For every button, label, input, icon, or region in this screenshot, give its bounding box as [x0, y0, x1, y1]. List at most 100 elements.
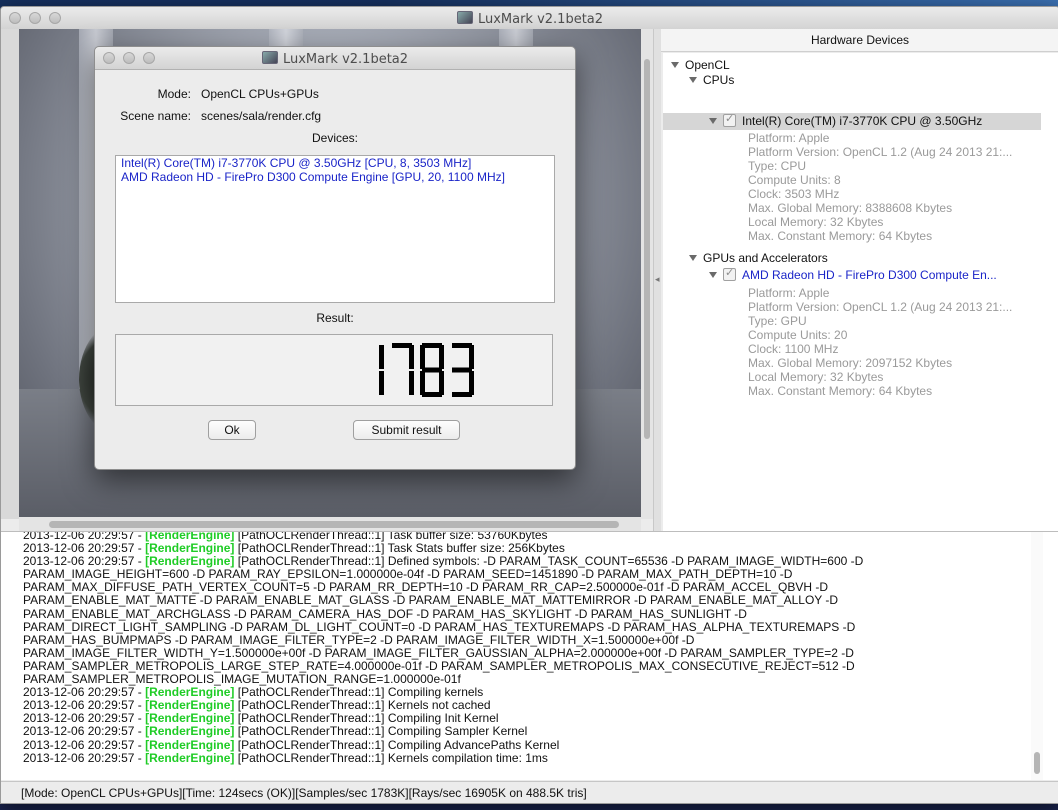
log-tag: [RenderEngine] — [145, 712, 235, 726]
lcd-segment — [469, 371, 474, 395]
left-frame — [1, 29, 19, 519]
log-line: 2013-12-06 20:29:57 - [RenderEngine] [Pa… — [23, 686, 1029, 699]
log-line: 2013-12-06 20:29:57 - [RenderEngine] [Pa… — [23, 531, 1029, 542]
property-row: Type: GPU — [748, 314, 807, 328]
log-timestamp: 2013-12-06 20:29:57 - — [23, 542, 146, 556]
result-label: Result: — [316, 311, 354, 325]
scroll-thumb[interactable] — [644, 59, 650, 439]
log-line: PARAM_SAMPLER_METROPOLIS_IMAGE_MUTATION_… — [23, 673, 1029, 686]
log-tag: [RenderEngine] — [145, 542, 235, 556]
luxmark-app-icon — [456, 11, 473, 24]
log-message: PARAM_SAMPLER_METROPOLIS_IMAGE_MUTATION_… — [23, 673, 461, 687]
log-tag: [RenderEngine] — [145, 555, 235, 569]
disclosure-triangle-icon[interactable] — [671, 62, 679, 68]
log-scrollbar[interactable] — [1031, 532, 1043, 780]
cpu-properties: Platform: Apple Platform Version: OpenCL… — [748, 131, 1012, 243]
log-line: PARAM_SAMPLER_METROPOLIS_LARGE_STEP_RATE… — [23, 660, 1029, 673]
property-row: Max. Global Memory: 2097152 Kbytes — [748, 356, 953, 370]
tree-node-gpu-device[interactable]: AMD Radeon HD - FirePro D300 Compute En.… — [709, 266, 997, 283]
log-line: PARAM_IMAGE_HEIGHT=600 -D PARAM_RAY_EPSI… — [23, 568, 1029, 581]
property-row: Compute Units: 8 — [748, 173, 841, 187]
property-row: Platform Version: OpenCL 1.2 (Aug 24 201… — [748, 300, 1013, 314]
log-line: PARAM_ENABLE_MAT_MATTE -D PARAM_ENABLE_M… — [23, 594, 1029, 607]
tree-node-label: Intel(R) Core(TM) i7-3770K CPU @ 3.50GHz — [742, 114, 983, 128]
lcd-segment — [409, 371, 414, 395]
property-row: Clock: 1100 MHz — [748, 342, 839, 356]
main-titlebar[interactable]: LuxMark v2.1beta2 — [1, 7, 1058, 30]
tree-node-cpus[interactable]: CPUs — [689, 73, 734, 88]
property-row: Local Memory: 32 Kbytes — [748, 215, 884, 229]
log-message: PARAM_ENABLE_MAT_ARCHGLASS -D PARAM_CAME… — [23, 607, 747, 621]
window-title: LuxMark v2.1beta2 — [1, 11, 1058, 27]
log-tag: [RenderEngine] — [145, 686, 235, 700]
log-message: [PathOCLRenderThread::1] Kernels not cac… — [234, 699, 491, 713]
property-row: Type: CPU — [748, 159, 807, 173]
tree-node-label: CPUs — [703, 73, 735, 87]
log-tag: [RenderEngine] — [145, 751, 235, 765]
property-row: Local Memory: 32 Kbytes — [748, 370, 884, 384]
dialog-titlebar[interactable]: LuxMark v2.1beta2 — [95, 47, 575, 70]
log-timestamp: 2013-12-06 20:29:57 - — [23, 686, 146, 700]
tree-node-opencl[interactable]: OpenCL — [671, 58, 730, 73]
scroll-thumb[interactable] — [49, 521, 619, 528]
hardware-tree[interactable]: OpenCL CPUs Intel(R) Core(TM) i7-3770K C… — [663, 53, 1041, 531]
disclosure-triangle-icon[interactable] — [689, 255, 697, 261]
log-lines: 2013-12-06 20:29:57 - [RenderEngine] [Pa… — [23, 531, 1029, 765]
lcd-score — [379, 343, 474, 397]
list-item[interactable]: Intel(R) Core(TM) i7-3770K CPU @ 3.50GHz… — [116, 156, 554, 170]
log-output[interactable]: 2013-12-06 20:29:57 - [RenderEngine] [Pa… — [1, 531, 1058, 780]
log-line: 2013-12-06 20:29:57 - [RenderEngine] [Pa… — [23, 752, 1029, 765]
log-message: [PathOCLRenderThread::1] Compiling Init … — [234, 712, 499, 726]
log-message: PARAM_SAMPLER_METROPOLIS_LARGE_STEP_RATE… — [23, 659, 855, 673]
log-tag: [RenderEngine] — [145, 738, 235, 752]
property-row: Max. Constant Memory: 64 Kbytes — [748, 384, 933, 398]
property-row: Compute Units: 20 — [748, 328, 848, 342]
log-timestamp: 2013-12-06 20:29:57 - — [23, 555, 146, 569]
log-message: PARAM_DIRECT_LIGHT_SAMPLING -D PARAM_DL_… — [23, 620, 856, 634]
list-item[interactable]: AMD Radeon HD - FirePro D300 Compute Eng… — [116, 170, 554, 184]
log-message: PARAM_ENABLE_MAT_MATTE -D PARAM_ENABLE_M… — [23, 594, 839, 608]
scroll-thumb[interactable] — [1034, 752, 1040, 774]
log-message: [PathOCLRenderThread::1] Task Stats buff… — [234, 542, 565, 556]
hardware-scrollbar[interactable] — [1041, 53, 1058, 531]
log-line: 2013-12-06 20:29:57 - [RenderEngine] [Pa… — [23, 542, 1029, 555]
result-dialog: LuxMark v2.1beta2 Mode: OpenCL CPUs+GPUs… — [94, 46, 576, 470]
tree-node-label: AMD Radeon HD - FirePro D300 Compute En.… — [742, 268, 997, 282]
tree-node-gpus[interactable]: GPUs and Accelerators — [689, 251, 828, 266]
log-timestamp: 2013-12-06 20:29:57 - — [23, 699, 146, 713]
scene-label: Scene name: — [120, 109, 191, 123]
device-checkbox[interactable] — [723, 266, 736, 281]
render-vertical-scrollbar[interactable] — [641, 29, 653, 519]
lcd-segment — [439, 345, 444, 369]
log-line: 2013-12-06 20:29:57 - [RenderEngine] [Pa… — [23, 555, 1029, 568]
render-horizontal-scrollbar[interactable] — [19, 517, 641, 531]
submit-result-button[interactable]: Submit result — [353, 420, 460, 440]
log-message: PARAM_IMAGE_FILTER_WIDTH_Y=1.500000e+00f… — [23, 646, 854, 660]
lcd-segment — [420, 345, 425, 369]
gpu-properties: Platform: Apple Platform Version: OpenCL… — [748, 286, 1012, 398]
tree-node-label: GPUs and Accelerators — [703, 251, 828, 265]
result-display — [115, 334, 553, 406]
property-row: Max. Constant Memory: 64 Kbytes — [748, 229, 933, 243]
disclosure-triangle-icon[interactable] — [709, 118, 717, 124]
log-message: PARAM_MAX_DIFFUSE_PATH_VERTEX_COUNT=5 -D… — [23, 581, 829, 595]
log-message: [PathOCLRenderThread::1] Compiling kerne… — [234, 686, 484, 700]
hardware-header: Hardware Devices — [661, 29, 1058, 52]
ok-button[interactable]: Ok — [208, 420, 256, 440]
tree-node-cpu-device[interactable]: Intel(R) Core(TM) i7-3770K CPU @ 3.50GHz — [709, 112, 983, 129]
log-message: [PathOCLRenderThread::1] Compiling Advan… — [234, 738, 560, 752]
disclosure-triangle-icon[interactable] — [709, 272, 717, 278]
log-message: PARAM_HAS_BUMPMAPS -D PARAM_IMAGE_FILTER… — [23, 633, 695, 647]
log-line: 2013-12-06 20:29:57 - [RenderEngine] [Pa… — [23, 699, 1029, 712]
property-row: Max. Global Memory: 8388608 Kbytes — [748, 201, 953, 215]
lcd-segment — [469, 345, 474, 369]
device-list[interactable]: Intel(R) Core(TM) i7-3770K CPU @ 3.50GHz… — [115, 155, 555, 303]
log-line: PARAM_IMAGE_FILTER_WIDTH_Y=1.500000e+00f… — [23, 647, 1029, 660]
log-line: PARAM_DIRECT_LIGHT_SAMPLING -D PARAM_DL_… — [23, 621, 1029, 634]
devices-label: Devices: — [311, 131, 358, 145]
log-timestamp: 2013-12-06 20:29:57 - — [23, 751, 146, 765]
disclosure-triangle-icon[interactable] — [689, 77, 697, 83]
dialog-title-text: LuxMark v2.1beta2 — [282, 52, 409, 67]
log-message: [PathOCLRenderThread::1] Task buffer siz… — [234, 531, 548, 542]
device-checkbox[interactable] — [723, 112, 736, 127]
